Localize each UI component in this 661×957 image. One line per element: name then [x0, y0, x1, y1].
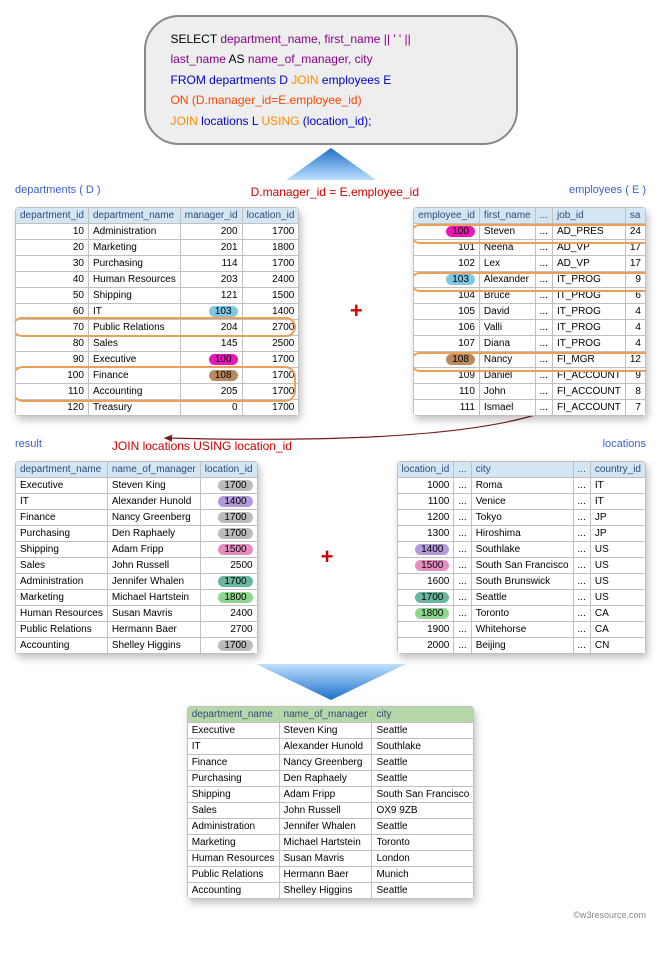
table-row: 1900...Whitehorse...CA	[397, 621, 645, 637]
table-row: 30Purchasing1141700	[16, 255, 299, 271]
departments-table: department_iddepartment_namemanager_idlo…	[15, 207, 299, 416]
table-row: 101Neena...AD_VP17	[414, 239, 646, 255]
arrow-up-icon	[281, 148, 381, 184]
table-row: SalesJohn Russell2500	[16, 557, 258, 573]
col-header: job_id	[552, 207, 625, 223]
table-row: 108Nancy...FI_MGR12	[414, 351, 646, 367]
table-row: ExecutiveSteven King1700	[16, 477, 258, 493]
table-row: 100Steven...AD_PRES24	[414, 223, 646, 239]
col-header: location_id	[397, 461, 454, 477]
table-row: AdministrationJennifer Whalen1700	[16, 573, 258, 589]
col-header: ...	[454, 461, 471, 477]
employees-label: employees ( E )	[569, 184, 646, 196]
col-header: manager_id	[180, 207, 242, 223]
join2-label: JOIN locations USING location_id	[42, 439, 603, 453]
col-header: country_id	[590, 461, 645, 477]
col-header: name_of_manager	[107, 461, 200, 477]
table-row: 104Bruce...IT_PROG6	[414, 287, 646, 303]
table-row: AccountingShelley HigginsSeattle	[187, 882, 474, 898]
table-row: PurchasingDen RaphaelySeattle	[187, 770, 474, 786]
table-row: ITAlexander HunoldSouthlake	[187, 738, 474, 754]
table-row: 103Alexander...IT_PROG9	[414, 271, 646, 287]
table-row: 70Public Relations2042700	[16, 319, 299, 335]
locations-label: locations	[603, 438, 646, 450]
table-row: 50Shipping1211500	[16, 287, 299, 303]
table-row: 1600...South Brunswick...US	[397, 573, 645, 589]
col-header: ...	[573, 461, 590, 477]
col-header: department_name	[16, 461, 108, 477]
col-header: name_of_manager	[279, 706, 372, 722]
table-row: 1400...Southlake...US	[397, 541, 645, 557]
arrow-down-icon	[251, 660, 411, 702]
table-row: FinanceNancy GreenbergSeattle	[187, 754, 474, 770]
table-row: 110John...FI_ACCOUNT8	[414, 383, 646, 399]
table-row: 60IT1031400	[16, 303, 299, 319]
col-header: sa	[625, 207, 645, 223]
result-table: department_namename_of_managerlocation_i…	[15, 461, 258, 654]
table-row: 111Ismael...FI_ACCOUNT7	[414, 399, 646, 415]
table-row: 90Executive1001700	[16, 351, 299, 367]
table-row: 1700...Seattle...US	[397, 589, 645, 605]
table-row: 109Daniel...FI_ACCOUNT9	[414, 367, 646, 383]
table-row: FinanceNancy Greenberg1700	[16, 509, 258, 525]
sql-query-box: SELECT department_name, first_name || ' …	[144, 15, 518, 145]
final-table: department_namename_of_managercityExecut…	[187, 706, 475, 899]
table-row: 2000...Beijing...CN	[397, 637, 645, 653]
col-header: department_name	[187, 706, 279, 722]
table-row: 102Lex...AD_VP17	[414, 255, 646, 271]
col-header: employee_id	[414, 207, 480, 223]
locations-table: location_id...city...country_id1000...Ro…	[397, 461, 646, 654]
table-row: 1500...South San Francisco...US	[397, 557, 645, 573]
col-header: location_id	[242, 207, 299, 223]
table-row: Public RelationsHermann BaerMunich	[187, 866, 474, 882]
table-row: 100Finance1081700	[16, 367, 299, 383]
join-condition-label: D.manager_id = E.employee_id	[101, 185, 569, 199]
plus-icon: +	[350, 298, 363, 324]
table-row: Public RelationsHermann Baer2700	[16, 621, 258, 637]
footer-credit: ©w3resource.com	[15, 910, 646, 920]
table-row: 40Human Resources2032400	[16, 271, 299, 287]
table-row: 1000...Roma...IT	[397, 477, 645, 493]
table-row: SalesJohn RussellOX9 9ZB	[187, 802, 474, 818]
table-row: 1300...Hiroshima...JP	[397, 525, 645, 541]
table-row: 1100...Venice...IT	[397, 493, 645, 509]
result-label: result	[15, 438, 42, 450]
table-row: 106Valli...IT_PROG4	[414, 319, 646, 335]
col-header: location_id	[200, 461, 257, 477]
col-header: ...	[535, 207, 552, 223]
table-row: ShippingAdam FrippSouth San Francisco	[187, 786, 474, 802]
table-row: 110Accounting2051700	[16, 383, 299, 399]
table-row: AccountingShelley Higgins1700	[16, 637, 258, 653]
table-row: 107Diana...IT_PROG4	[414, 335, 646, 351]
col-header: first_name	[479, 207, 535, 223]
table-row: 80Sales1452500	[16, 335, 299, 351]
table-row: MarketingMichael Hartstein1800	[16, 589, 258, 605]
table-row: 1800...Toronto...CA	[397, 605, 645, 621]
table-row: PurchasingDen Raphaely1700	[16, 525, 258, 541]
table-row: Human ResourcesSusan Mavris2400	[16, 605, 258, 621]
table-row: 20Marketing2011800	[16, 239, 299, 255]
table-row: 105David...IT_PROG4	[414, 303, 646, 319]
table-row: AdministrationJennifer WhalenSeattle	[187, 818, 474, 834]
plus-icon: +	[321, 544, 334, 570]
sql-kw: SELECT	[171, 32, 221, 46]
table-row: ShippingAdam Fripp1500	[16, 541, 258, 557]
table-row: 1200...Tokyo...JP	[397, 509, 645, 525]
table-row: 10Administration2001700	[16, 223, 299, 239]
employees-table: employee_idfirst_name...job_idsa100Steve…	[413, 207, 646, 416]
table-row: ExecutiveSteven KingSeattle	[187, 722, 474, 738]
table-row: Human ResourcesSusan MavrisLondon	[187, 850, 474, 866]
col-header: city	[471, 461, 573, 477]
col-header: city	[372, 706, 474, 722]
table-row: MarketingMichael HartsteinToronto	[187, 834, 474, 850]
col-header: department_name	[88, 207, 180, 223]
table-row: ITAlexander Hunold1400	[16, 493, 258, 509]
col-header: department_id	[16, 207, 89, 223]
departments-label: departments ( D )	[15, 184, 101, 196]
table-row: 120Treasury01700	[16, 399, 299, 415]
